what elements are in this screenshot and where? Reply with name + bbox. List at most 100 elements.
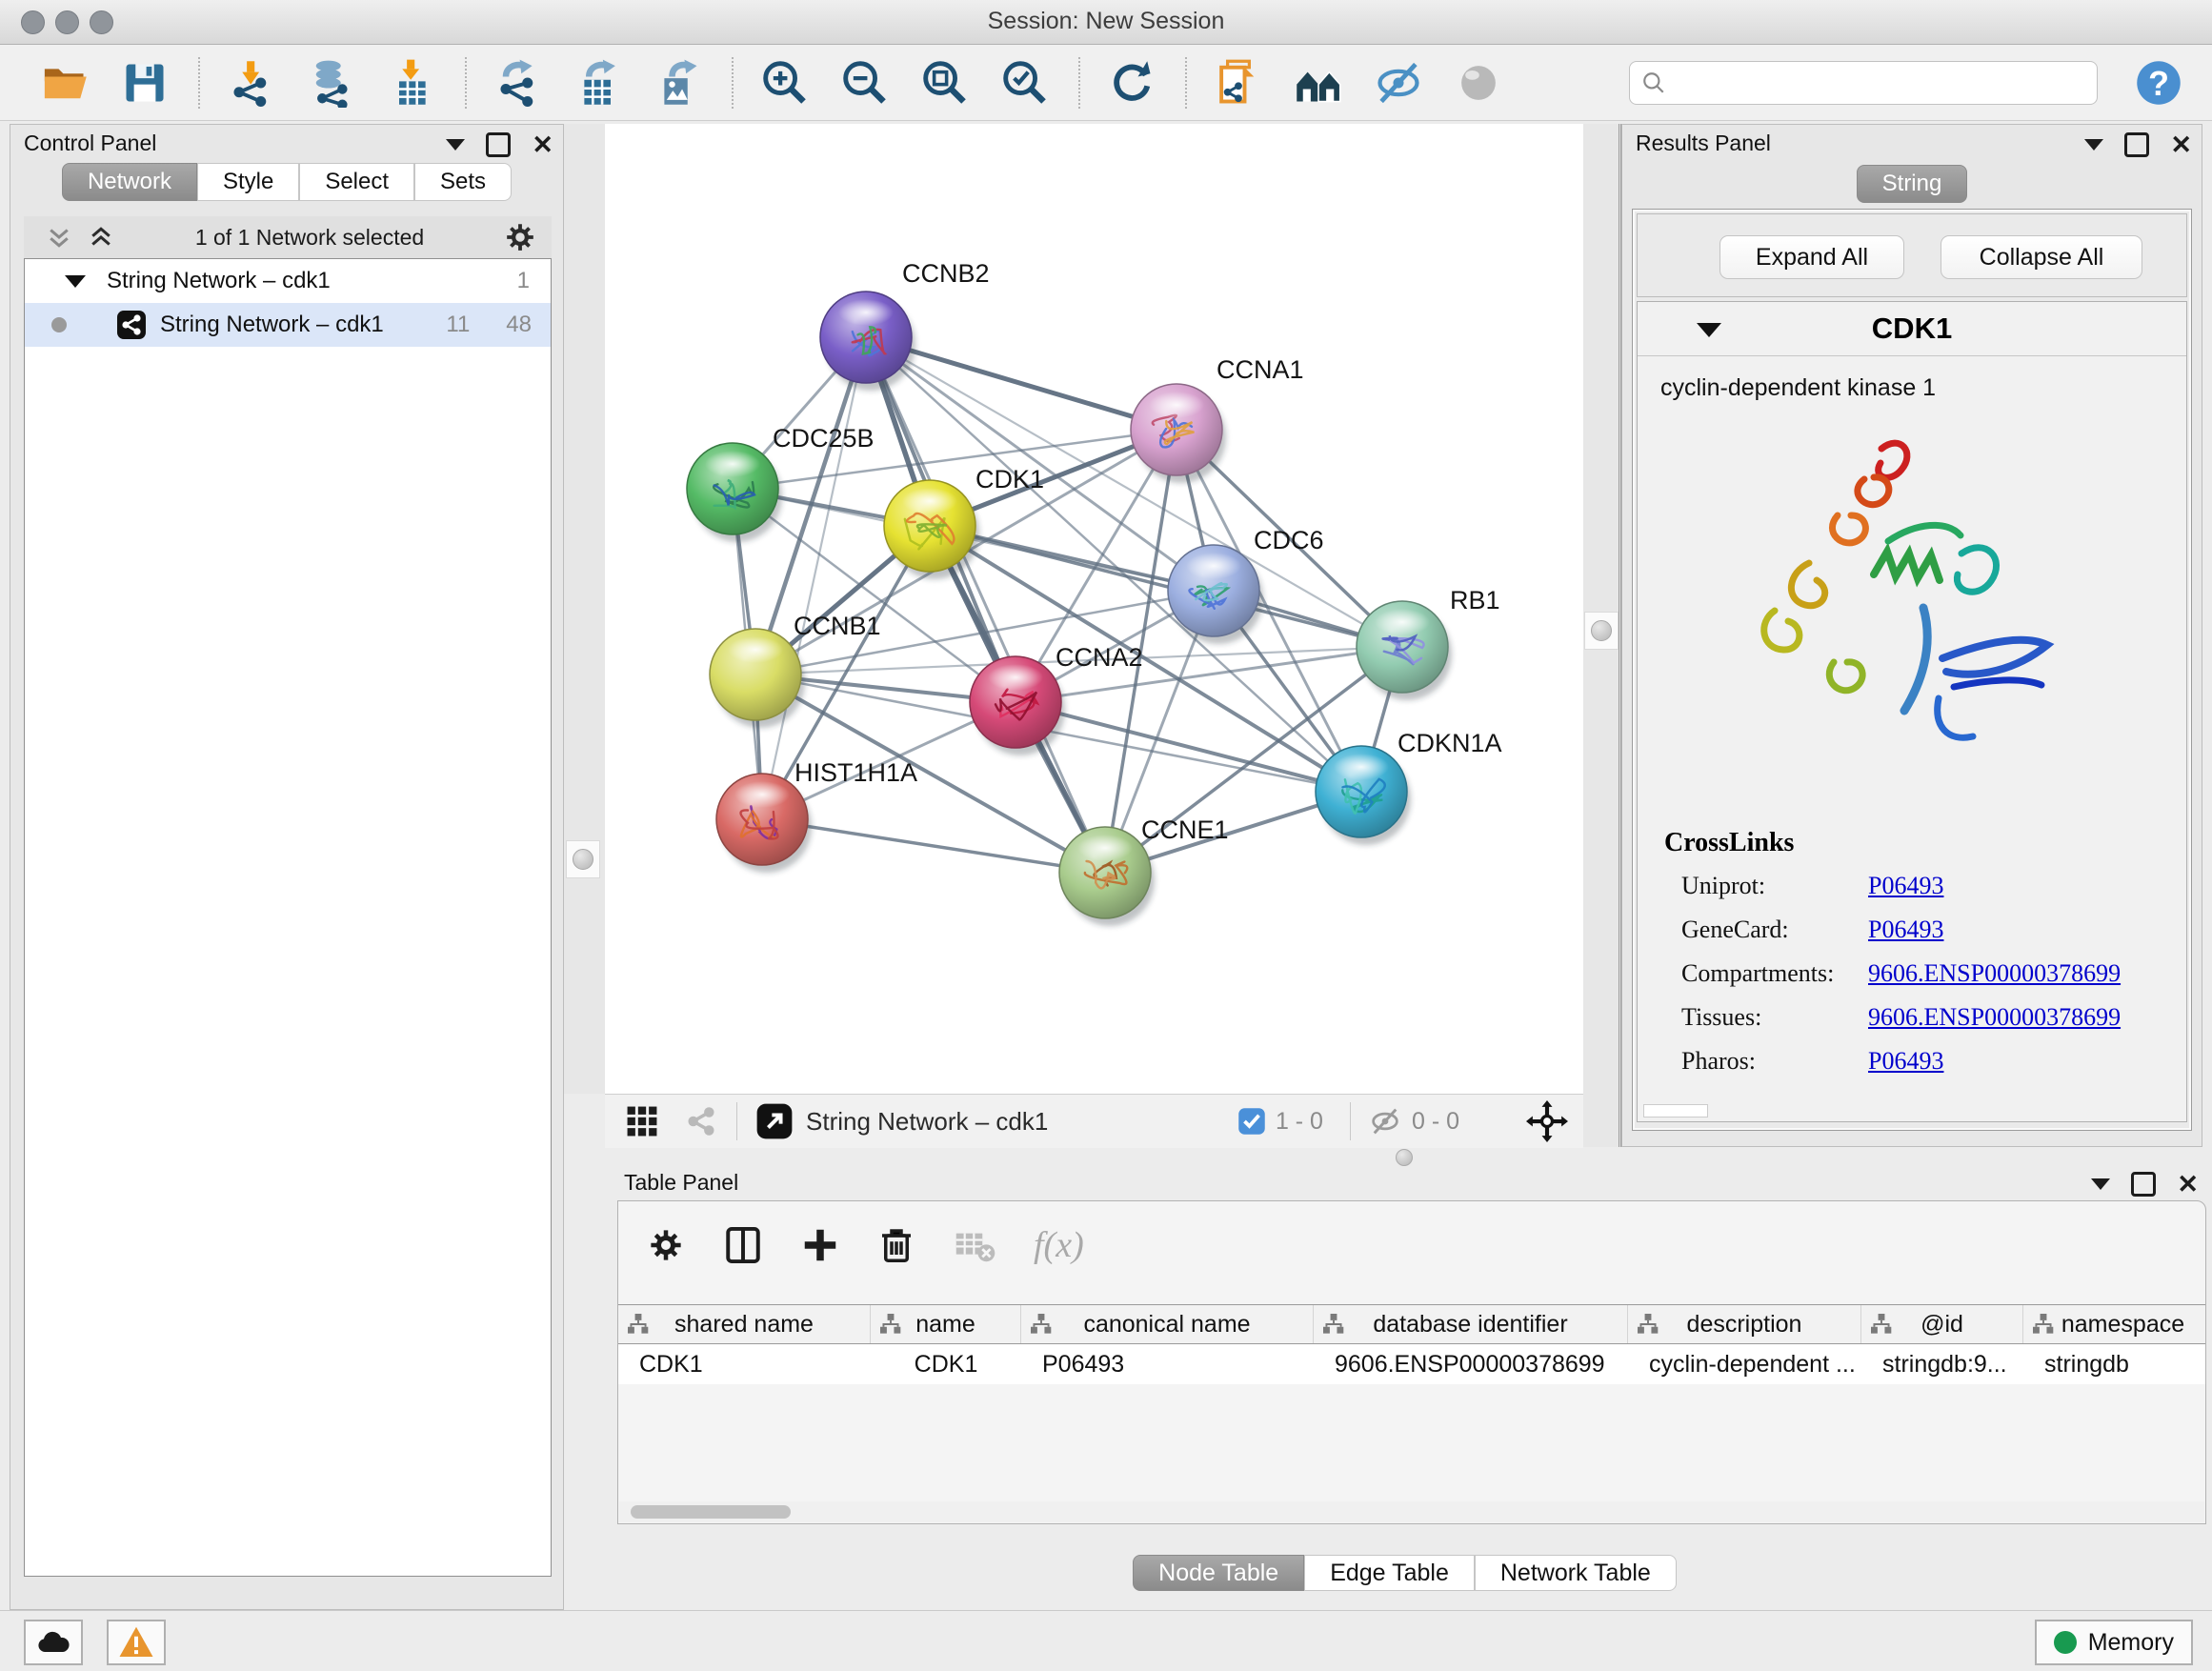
network-node-ccna2[interactable] (970, 656, 1065, 755)
network-node-ccnb2[interactable] (820, 292, 915, 391)
panel-close-icon[interactable]: ✕ (2170, 135, 2192, 154)
selected-checkbox-icon[interactable] (1237, 1107, 1266, 1136)
crosslink-link[interactable]: P06493 (1868, 916, 1943, 959)
function-builder-icon[interactable]: f(x) (1034, 1224, 1084, 1266)
panel-float-icon[interactable] (2131, 1172, 2156, 1197)
open-in-window-icon[interactable] (754, 1101, 794, 1141)
node-label-cdc6: CDC6 (1254, 526, 1324, 554)
vertical-splitter-right[interactable] (1583, 124, 1621, 1147)
cloud-button[interactable] (24, 1620, 83, 1665)
column-header-id[interactable]: @id (1861, 1305, 2023, 1343)
save-session-icon[interactable] (118, 56, 171, 110)
show-columns-icon[interactable] (723, 1225, 763, 1265)
table-row[interactable]: CDK1CDK1P064939606.ENSP00000378699cyclin… (618, 1344, 2205, 1384)
expand-all-button[interactable]: Expand All (1719, 235, 1904, 279)
network-canvas[interactable]: CCNB2CCNA1CDC25BCDK1CDC6RB1CCNB1CCNA2CDK… (605, 124, 1583, 1094)
panel-menu-icon[interactable] (2084, 139, 2103, 151)
expand-all-icon[interactable] (87, 223, 115, 252)
tab-network[interactable]: Network (62, 163, 197, 201)
show-all-eye-icon[interactable] (1452, 56, 1505, 110)
tab-network-table[interactable]: Network Table (1475, 1555, 1677, 1591)
search-input[interactable] (1676, 69, 2085, 97)
splitter-handle[interactable] (1584, 612, 1619, 650)
open-session-icon[interactable] (38, 56, 91, 110)
network-node-cdkn1a[interactable] (1316, 746, 1411, 845)
gene-header[interactable]: CDK1 (1638, 302, 2186, 356)
crosslink-link[interactable]: P06493 (1868, 872, 1943, 916)
collapse-all-button[interactable]: Collapse All (1941, 235, 2142, 279)
network-collection-row[interactable]: String Network – cdk1 1 (25, 259, 551, 303)
help-button[interactable]: ? (2134, 58, 2183, 108)
network-node-rb1[interactable] (1357, 601, 1452, 700)
export-network-icon[interactable] (492, 56, 545, 110)
zoom-out-icon[interactable] (838, 56, 892, 110)
network-row-selected[interactable]: String Network – cdk1 11 48 (25, 303, 551, 347)
import-string-network-icon[interactable] (1212, 56, 1265, 110)
grid-view-icon[interactable] (624, 1103, 660, 1139)
vertical-splitter-left[interactable] (564, 124, 605, 1094)
tab-style[interactable]: Style (197, 163, 299, 201)
network-node-cdc25b[interactable] (687, 443, 782, 542)
zoom-fit-icon[interactable] (918, 56, 972, 110)
network-node-hist1h1a[interactable] (716, 774, 812, 873)
apply-layout-icon[interactable] (1105, 56, 1158, 110)
string-home-icon[interactable] (1292, 56, 1345, 110)
add-column-icon[interactable] (801, 1226, 839, 1264)
import-network-file-icon[interactable] (225, 56, 278, 110)
column-header-namespace[interactable]: namespace (2023, 1305, 2206, 1343)
delete-table-icon[interactable] (954, 1224, 995, 1266)
collection-expand-icon[interactable] (65, 275, 86, 288)
crosslink-row: Uniprot:P06493 (1681, 872, 2177, 916)
hidden-eye-icon[interactable] (1368, 1104, 1402, 1138)
crosslink-link[interactable]: 9606.ENSP00000378699 (1868, 1003, 2121, 1047)
network-node-cdc6[interactable] (1168, 545, 1263, 644)
tab-node-table[interactable]: Node Table (1133, 1555, 1304, 1591)
splitter-handle[interactable] (1396, 1149, 1413, 1166)
tab-edge-table[interactable]: Edge Table (1304, 1555, 1475, 1591)
network-node-ccna1[interactable] (1131, 384, 1226, 483)
panel-menu-icon[interactable] (446, 139, 465, 151)
column-header-shared-name[interactable]: shared name (618, 1305, 871, 1343)
collapse-all-icon[interactable] (45, 223, 73, 252)
crosslink-link[interactable]: P06493 (1868, 1047, 1943, 1091)
scrollbar-thumb[interactable] (631, 1505, 791, 1519)
tab-sets[interactable]: Sets (414, 163, 512, 201)
birdseye-pan-icon[interactable] (1526, 1100, 1568, 1142)
column-header-database-identifier[interactable]: database identifier (1314, 1305, 1628, 1343)
crosslink-link[interactable]: 9606.ENSP00000378699 (1868, 959, 2121, 1003)
string-network-graph[interactable]: CCNB2CCNA1CDC25BCDK1CDC6RB1CCNB1CCNA2CDK… (605, 124, 1583, 1094)
memory-button[interactable]: Memory (2035, 1620, 2193, 1665)
export-table-icon[interactable] (572, 56, 625, 110)
import-table-icon[interactable] (385, 56, 438, 110)
horizontal-splitter[interactable] (597, 1147, 2212, 1166)
panel-close-icon[interactable]: ✕ (2177, 1175, 2199, 1194)
table-hscrollbar[interactable] (619, 1501, 2204, 1522)
delete-column-icon[interactable] (877, 1226, 915, 1264)
network-edge[interactable] (762, 819, 1105, 873)
panel-close-icon[interactable]: ✕ (532, 135, 553, 154)
network-node-cdk1[interactable] (884, 480, 979, 579)
network-view-icon[interactable] (683, 1103, 719, 1139)
panel-menu-icon[interactable] (2091, 1178, 2110, 1190)
splitter-handle[interactable] (566, 840, 600, 878)
table-gear-icon[interactable] (647, 1226, 685, 1264)
toolbar-search[interactable] (1629, 61, 2098, 105)
results-hscrollbar[interactable] (1643, 1104, 1708, 1117)
column-header-name[interactable]: name (871, 1305, 1021, 1343)
panel-float-icon[interactable] (486, 132, 511, 157)
column-header-description[interactable]: description (1628, 1305, 1861, 1343)
import-network-database-icon[interactable] (305, 56, 358, 110)
warning-icon (117, 1623, 155, 1661)
zoom-selected-icon[interactable] (998, 56, 1052, 110)
panel-float-icon[interactable] (2124, 132, 2149, 157)
gear-icon[interactable] (504, 221, 536, 253)
tab-select[interactable]: Select (299, 163, 414, 201)
network-node-ccne1[interactable] (1059, 827, 1155, 926)
warnings-button[interactable] (107, 1620, 166, 1665)
export-image-icon[interactable] (652, 56, 705, 110)
network-edge[interactable] (866, 337, 1105, 873)
column-header-canonical-name[interactable]: canonical name (1021, 1305, 1314, 1343)
hide-selected-eye-icon[interactable] (1372, 56, 1425, 110)
tab-string[interactable]: String (1857, 165, 1968, 203)
zoom-in-icon[interactable] (758, 56, 812, 110)
